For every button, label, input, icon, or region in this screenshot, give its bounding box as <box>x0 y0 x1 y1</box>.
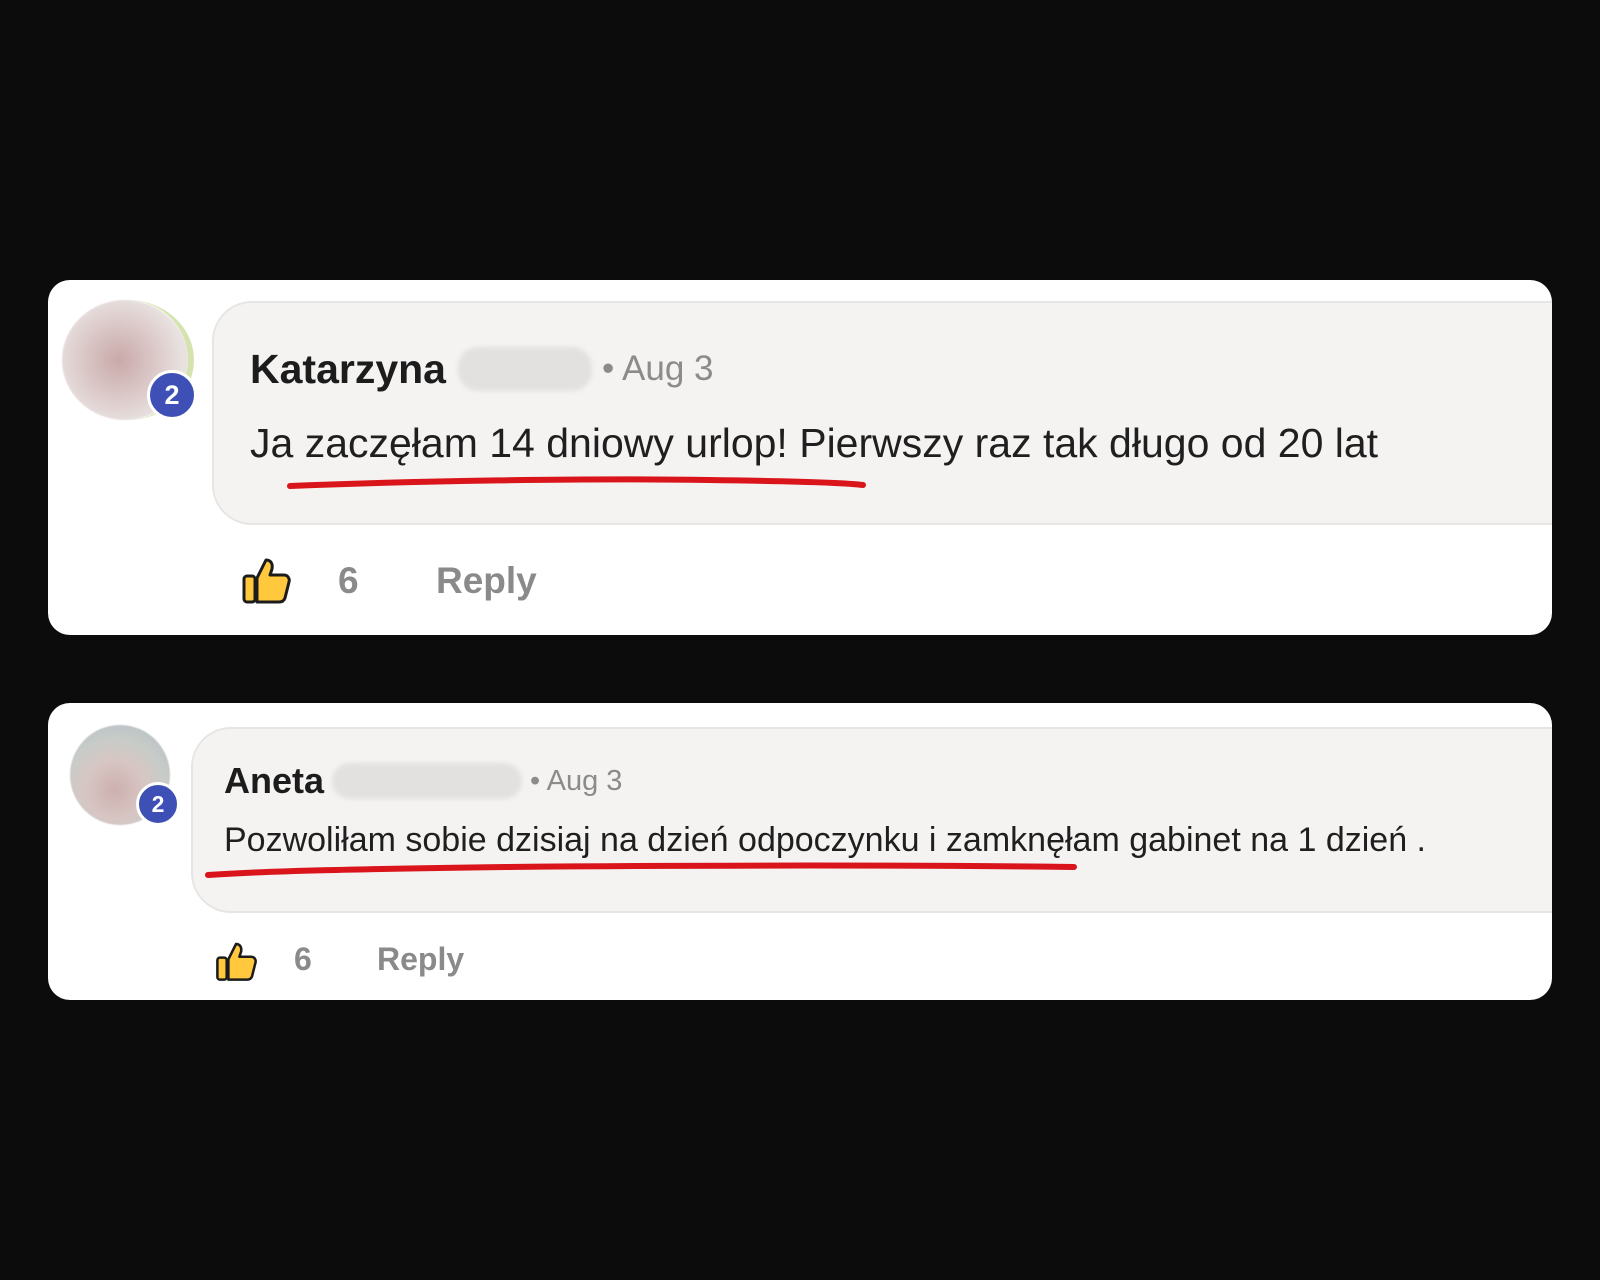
thumbs-up-icon[interactable] <box>240 554 292 606</box>
like-count: 6 <box>338 560 359 601</box>
author-name[interactable]: Aneta <box>224 760 324 802</box>
blurred-surname <box>457 347 592 391</box>
comment-timestamp[interactable]: • Aug 3 <box>530 765 622 798</box>
comment-timestamp[interactable]: • Aug 3 <box>602 349 714 389</box>
comment-header: Aneta • Aug 3 <box>224 760 622 802</box>
like-count: 6 <box>294 941 312 977</box>
comment-text: Pozwoliłam sobie dzisiaj na dzień odpocz… <box>224 821 1427 859</box>
level-badge: 2 <box>136 782 180 826</box>
reply-button[interactable]: Reply <box>436 560 537 602</box>
level-badge: 2 <box>147 370 197 420</box>
author-name[interactable]: Katarzyna <box>250 346 446 393</box>
comment-card: 2 Katarzyna • Aug 3 Ja zaczęłam 14 dniow… <box>48 280 1552 635</box>
comment-header: Katarzyna • Aug 3 <box>250 344 714 394</box>
reply-button[interactable]: Reply <box>377 941 464 978</box>
blurred-surname <box>332 763 523 799</box>
comment-card: 2 Aneta • Aug 3 Pozwoliłam sobie dzisiaj… <box>48 703 1552 1000</box>
red-underline-annotation <box>287 476 866 489</box>
comment-bubble <box>191 727 1552 913</box>
red-underline-annotation <box>205 862 1077 878</box>
thumbs-up-icon[interactable] <box>214 939 258 983</box>
comment-text: Ja zaczęłam 14 dniowy urlop! Pierwszy ra… <box>250 420 1379 466</box>
